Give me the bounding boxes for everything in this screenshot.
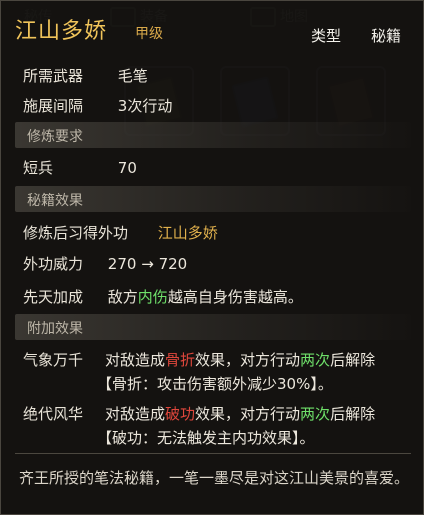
section-effect: 秘籍效果 [15, 186, 411, 212]
section-extra-title: 附加效果 [27, 321, 83, 337]
innate-bonus-row: 先天加成 敌方内伤越高自身伤害越高。 [23, 286, 303, 307]
skill-power-row: 外功威力 270 → 720 [23, 253, 187, 274]
required-weapon-row: 所需武器 毛笔 [23, 65, 148, 86]
item-type-label: 类型 [311, 27, 342, 45]
extra-effect-1-line-1: 对敌造成骨折效果，对方行动两次后解除 [105, 349, 375, 370]
requirement-attr-label: 短兵 [23, 159, 54, 177]
skill-power-to: 720 [158, 255, 188, 273]
innate-bonus-label: 先天加成 [23, 288, 84, 306]
extra-effect-1-text-e: 后解除 [330, 351, 376, 369]
extra-effect-2-status: 破功 [165, 405, 196, 423]
innate-bonus-text-a: 敌方 [107, 288, 138, 306]
section-effect-title: 秘籍效果 [27, 193, 83, 209]
extra-effect-2-line-2: 【破功：无法触发主内功效果】。 [97, 429, 315, 447]
extra-effect-1-text-a: 对敌造成 [105, 351, 166, 369]
innate-bonus-keyword: 内伤 [137, 288, 168, 306]
item-title: 江山多娇 [15, 19, 108, 44]
extra-effect-1-status: 骨折 [165, 351, 196, 369]
skill-power-from: 270 [107, 255, 137, 273]
skill-power-arrow: → [141, 255, 154, 273]
required-weapon-label: 所需武器 [23, 67, 84, 85]
extra-effect-2-line-1: 对敌造成破功效果，对方行动两次后解除 [105, 403, 375, 424]
learned-skill-label: 修炼后习得外功 [23, 224, 129, 242]
section-requirement: 修炼要求 [15, 122, 411, 148]
extra-effect-1-name: 气象万千 [23, 351, 84, 369]
required-weapon-value: 毛笔 [117, 67, 148, 85]
extra-effect-1-line-2: 【骨折：攻击伤害额外减少30%】。 [97, 375, 333, 393]
section-requirement-title: 修炼要求 [27, 129, 83, 145]
cast-interval-label: 施展间隔 [23, 97, 84, 115]
section-extra: 附加效果 [15, 314, 411, 340]
cast-interval-value: 3次行动 [117, 97, 173, 115]
item-type-value: 秘籍 [371, 27, 402, 45]
requirement-attr-value: 70 [117, 159, 137, 177]
item-description: 齐王所授的笔法秘籍，一笔一墨尽是对这江山美景的喜爱。 [19, 469, 410, 487]
innate-bonus-text-c: 越高自身伤害越高。 [167, 288, 303, 306]
cast-interval-row: 施展间隔 3次行动 [23, 95, 172, 116]
requirement-row: 短兵 70 [23, 157, 137, 178]
learned-skill-row: 修炼后习得外功 江山多娇 [23, 222, 218, 243]
item-grade: 甲级 [135, 26, 163, 42]
extra-effect-2-count: 两次 [300, 405, 331, 423]
learned-skill-value: 江山多娇 [157, 224, 218, 242]
extra-effect-2-name: 绝代风华 [23, 405, 84, 423]
extra-effect-2-text-c: 效果，对方行动 [195, 405, 301, 423]
extra-effect-2-text-e: 后解除 [330, 405, 376, 423]
item-tooltip-panel: 江山多娇 甲级 类型 秘籍 所需武器 毛笔 施展间隔 3次行动 修炼要求 短兵 … [0, 0, 424, 515]
extra-effect-2-text-a: 对敌造成 [105, 405, 166, 423]
tooltip-header: 江山多娇 甲级 类型 秘籍 [15, 11, 411, 45]
divider [15, 453, 411, 454]
extra-effect-1-text-c: 效果，对方行动 [195, 351, 301, 369]
extra-effect-1-count: 两次 [300, 351, 331, 369]
skill-power-label: 外功威力 [23, 255, 84, 273]
